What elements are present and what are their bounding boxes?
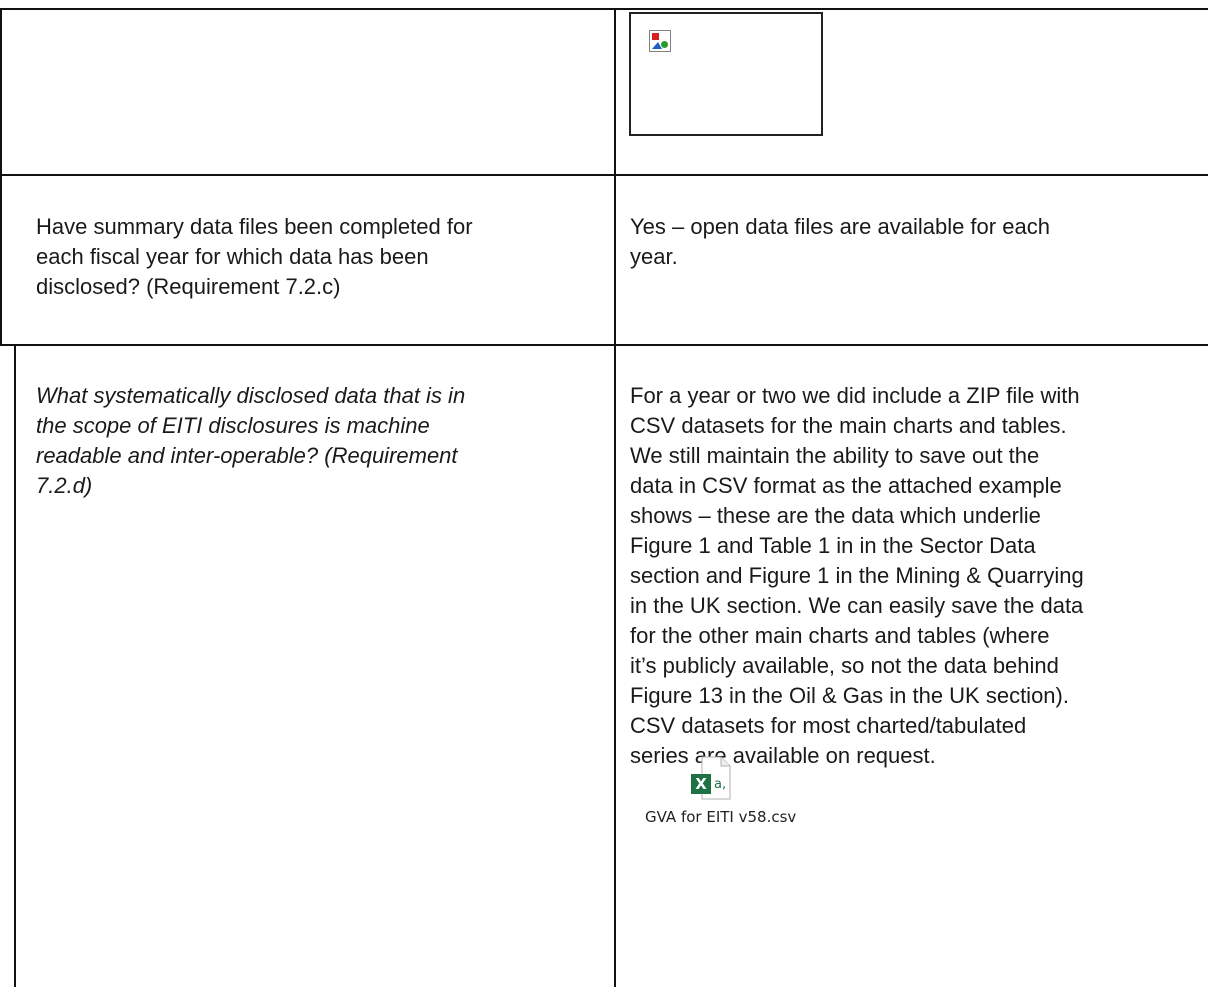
question-line: readable and inter-operable? (Requiremen… [36, 443, 458, 468]
answer-line: CSV datasets for most charted/tabulated [630, 713, 1027, 738]
answer-line: for the other main charts and tables (wh… [630, 623, 1050, 648]
answer-line: section and Figure 1 in the Mining & Qua… [630, 563, 1084, 588]
answer-line: For a year or two we did include a ZIP f… [630, 383, 1080, 408]
document-page: Have summary data files been completed f… [0, 0, 1208, 987]
answer-line: Figure 1 and Table 1 in in the Sector Da… [630, 533, 1036, 558]
answer-line: data in CSV format as the attached examp… [630, 473, 1062, 498]
excel-csv-file-icon: X a, [691, 756, 731, 800]
answer-line: year. [630, 244, 678, 269]
question-line: 7.2.d) [36, 473, 93, 498]
answer-cell-machine-readable: For a year or two we did include a ZIP f… [630, 381, 1084, 771]
image-placeholder [629, 12, 823, 136]
table-top-border [0, 8, 1208, 10]
answer-line: shows – these are the data which underli… [630, 503, 1041, 528]
answer-line: it’s publicly available, so not the data… [630, 653, 1059, 678]
attachment-csv-file[interactable]: X a, GVA for EITI v58.csv [645, 756, 865, 826]
question-line: What systematically disclosed data that … [36, 383, 466, 408]
question-line: Have summary data files been completed f… [36, 214, 473, 239]
question-line: the scope of EITI disclosures is machine [36, 413, 430, 438]
table-left-border-lower [14, 344, 16, 987]
broken-image-icon [649, 30, 671, 52]
answer-line: We still maintain the ability to save ou… [630, 443, 1040, 468]
question-line: disclosed? (Requirement 7.2.c) [36, 274, 341, 299]
svg-text:X: X [695, 775, 707, 793]
attachment-file-name[interactable]: GVA for EITI v58.csv [645, 808, 796, 826]
answer-line: Yes – open data files are available for … [630, 214, 1050, 239]
column-divider [614, 8, 616, 987]
question-line: each fiscal year for which data has been [36, 244, 429, 269]
answer-line: in the UK section. We can easily save th… [630, 593, 1084, 618]
question-cell-machine-readable: What systematically disclosed data that … [36, 381, 465, 501]
svg-text:a,: a, [714, 777, 726, 792]
row-divider-2 [0, 344, 1208, 346]
answer-line: CSV datasets for the main charts and tab… [630, 413, 1067, 438]
answer-cell-fiscal-year: Yes – open data files are available for … [630, 212, 1050, 272]
question-cell-fiscal-year: Have summary data files been completed f… [36, 212, 473, 302]
answer-line: Figure 13 in the Oil & Gas in the UK sec… [630, 683, 1069, 708]
table-left-border [0, 8, 2, 345]
row-divider-1 [0, 174, 1208, 176]
